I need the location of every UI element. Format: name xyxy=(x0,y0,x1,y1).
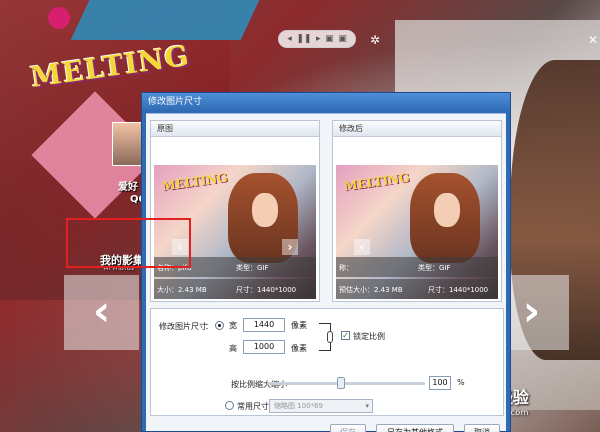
resize-options-box: 修改图片尺寸 ： 宽 1440 像素 高 1000 像素 ✓ 锁定比例 按比例缩… xyxy=(150,308,504,416)
chain-link-icon[interactable] xyxy=(327,331,333,343)
viewer-control-bar[interactable]: ◂ ❚❚ ▸ ▣ ▣ xyxy=(278,30,356,48)
fullscreen-icon[interactable]: ▣ xyxy=(338,34,347,44)
original-info-row-2: 大小：2.43 MB 尺寸：1440*1000 xyxy=(154,279,316,299)
original-type: 类型：GIF xyxy=(236,264,269,272)
scale-unit: % xyxy=(457,378,465,387)
prev-icon[interactable]: ◂ xyxy=(287,34,292,44)
modified-panel-header: 修改后 xyxy=(333,121,501,137)
height-label: 高 xyxy=(229,344,237,353)
original-dimensions: 尺寸：1440*1000 xyxy=(236,286,297,294)
modified-info-row-1: 称： 类型：GIF xyxy=(336,257,498,277)
red-highlight-box xyxy=(66,218,191,268)
scale-input[interactable]: 100 xyxy=(429,376,451,390)
preview-prev-icon[interactable]: ‹ xyxy=(354,239,370,255)
common-size-radio[interactable] xyxy=(225,401,234,410)
original-panel-header: 原图 xyxy=(151,121,319,137)
common-size-select[interactable]: 缩略图 100*69 ▾ xyxy=(269,399,373,413)
next-icon[interactable]: ▸ xyxy=(316,34,321,44)
settings-icon[interactable]: ✲ xyxy=(368,33,382,47)
width-input[interactable]: 1440 xyxy=(243,318,285,332)
height-input[interactable]: 1000 xyxy=(243,340,285,354)
chevron-down-icon: ▾ xyxy=(365,402,369,410)
scale-slider-track[interactable] xyxy=(267,382,425,385)
modified-size: 预估大小：2.43 MB xyxy=(339,286,403,294)
pause-icon[interactable]: ❚❚ xyxy=(296,34,311,44)
dialog-title: 修改图片尺寸 xyxy=(142,93,510,111)
preview-next-icon[interactable]: › xyxy=(282,239,298,255)
modified-dimensions: 尺寸：1440*1000 xyxy=(428,286,489,294)
original-size: 大小：2.43 MB xyxy=(157,286,207,294)
scale-slider-thumb[interactable] xyxy=(337,377,345,389)
resize-section-label: 修改图片尺寸 xyxy=(159,322,207,331)
close-icon[interactable]: ✕ xyxy=(586,33,600,47)
modified-name: 称： xyxy=(339,264,353,272)
width-label: 宽 xyxy=(229,321,237,330)
previous-photo-button[interactable]: ‹ xyxy=(64,275,139,350)
modified-preview-panel: 修改后 MELTING ‹ 称： 类型：GIF 预估大小：2.43 MB 尺寸：… xyxy=(332,120,502,302)
modified-image-preview: MELTING ‹ 称： 类型：GIF 预估大小：2.43 MB 尺寸：1440… xyxy=(336,165,498,299)
preview-face-shape xyxy=(434,193,460,227)
original-preview-panel: 原图 MELTING ‹ › 名称：pifu 类型：GIF 大小：2.43 MB… xyxy=(150,120,320,302)
save-button[interactable]: 保存 xyxy=(330,424,366,432)
blue-decoration xyxy=(70,0,260,40)
common-size-value: 缩略图 100*69 xyxy=(274,402,323,410)
save-icon[interactable]: ▣ xyxy=(325,34,334,44)
save-as-button[interactable]: 另存为其他格式 xyxy=(376,424,454,432)
preview-logo: MELTING xyxy=(343,170,411,194)
modified-info-row-2: 预估大小：2.43 MB 尺寸：1440*1000 xyxy=(336,279,498,299)
width-unit: 像素 xyxy=(291,321,307,330)
height-unit: 像素 xyxy=(291,344,307,353)
dialog-body: 原图 MELTING ‹ › 名称：pifu 类型：GIF 大小：2.43 MB… xyxy=(146,113,506,432)
cancel-button[interactable]: 取消 xyxy=(464,424,500,432)
custom-size-radio[interactable] xyxy=(215,321,224,330)
modified-type: 类型：GIF xyxy=(418,264,451,272)
preview-face-shape xyxy=(252,193,278,227)
lock-ratio-label: 锁定比例 xyxy=(353,332,385,341)
side-label-hobby: 爱好 xyxy=(118,182,138,193)
lock-ratio-checkbox[interactable]: ✓ xyxy=(341,331,350,340)
resize-dialog: 修改图片尺寸 原图 MELTING ‹ › 名称：pifu 类型：GIF 大小：… xyxy=(141,92,511,432)
pink-dot-decoration xyxy=(48,7,70,29)
common-size-label: 常用尺寸 xyxy=(237,402,269,411)
preview-logo: MELTING xyxy=(161,170,229,194)
